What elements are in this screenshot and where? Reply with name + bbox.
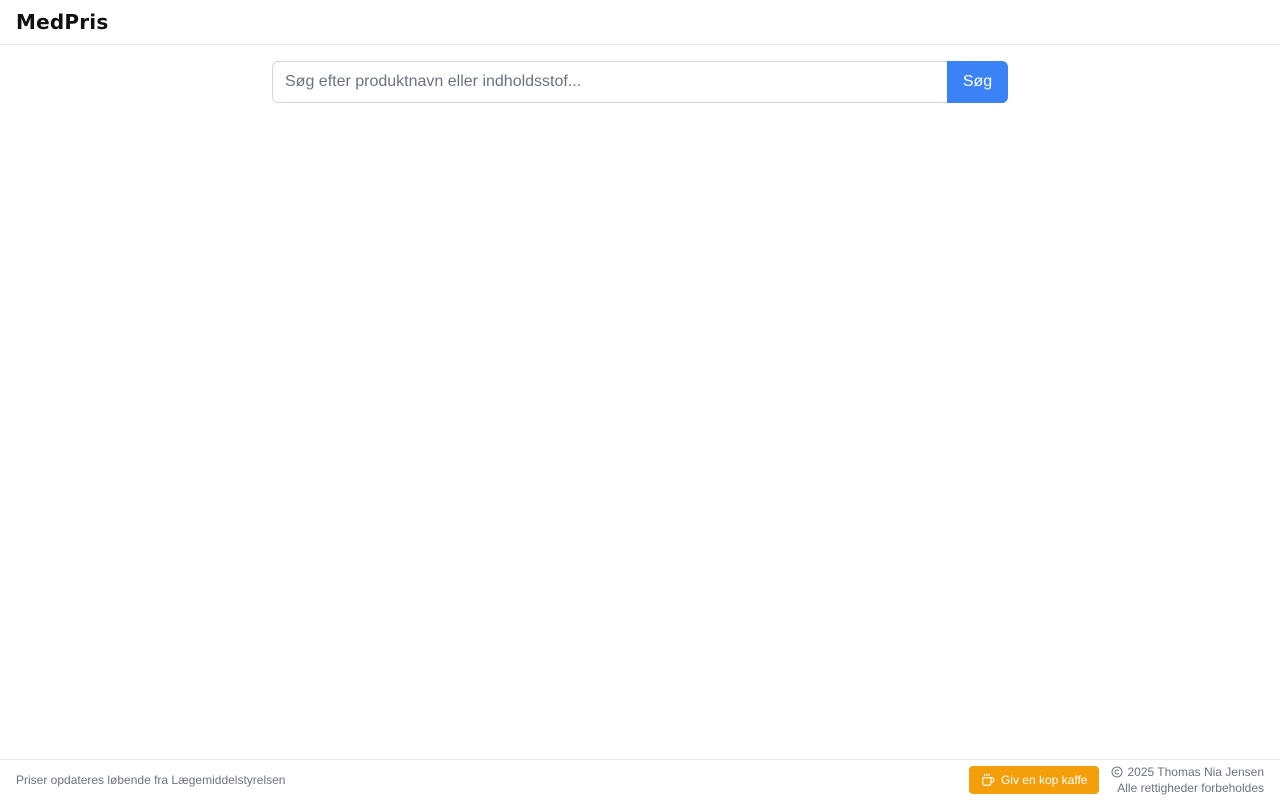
page-footer: Priser opdateres løbende fra Lægemiddels… xyxy=(0,759,1280,800)
app-logo[interactable]: MedPris xyxy=(16,10,108,34)
top-header: MedPris xyxy=(0,0,1280,45)
copyright-line: 2025 Thomas Nia Jensen xyxy=(1111,764,1264,780)
search-form: Søg xyxy=(272,61,1008,103)
search-input[interactable] xyxy=(272,61,947,103)
copyright-owner: 2025 Thomas Nia Jensen xyxy=(1127,765,1264,779)
footer-right: Giv en kop kaffe 2025 Thomas Nia Jensen … xyxy=(968,764,1264,796)
copyright-block: 2025 Thomas Nia Jensen Alle rettigheder … xyxy=(1111,764,1264,796)
price-update-note: Priser opdateres løbende fra Lægemiddels… xyxy=(16,773,286,787)
main-content: Søg xyxy=(0,45,1280,759)
search-button[interactable]: Søg xyxy=(947,61,1008,103)
buy-coffee-label: Giv en kop kaffe xyxy=(1000,773,1088,787)
buy-coffee-button[interactable]: Giv en kop kaffe xyxy=(968,766,1100,794)
copyright-icon xyxy=(1111,766,1123,778)
coffee-icon xyxy=(981,773,995,787)
app-root: MedPris Søg Priser opdateres løbende fra… xyxy=(0,0,1280,800)
rights-reserved: Alle rettigheder forbeholdes xyxy=(1117,781,1264,795)
